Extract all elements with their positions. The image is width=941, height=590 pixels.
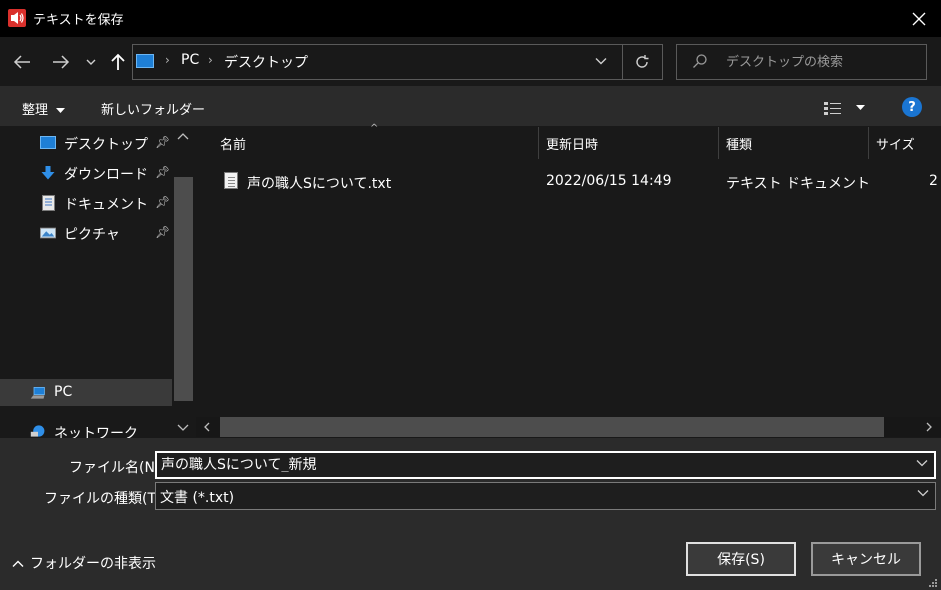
hide-folders-toggle[interactable]: フォルダーの非表示 <box>12 553 156 573</box>
column-divider[interactable] <box>868 127 869 159</box>
organize-label: 整理 <box>22 103 49 118</box>
column-header-name[interactable]: 名前 <box>220 134 246 153</box>
cancel-button[interactable]: キャンセル <box>811 542 921 576</box>
file-modified: 2022/06/15 14:49 <box>546 173 672 189</box>
column-header-size[interactable]: サイズ <box>876 134 915 153</box>
sort-ascending-icon: ^ <box>370 123 379 134</box>
nav-item-label: PC <box>54 384 73 400</box>
close-icon <box>912 12 925 25</box>
forward-button[interactable] <box>49 52 73 72</box>
download-icon <box>41 166 55 180</box>
pin-icon: 📌︎ <box>155 165 171 179</box>
document-icon <box>42 195 55 211</box>
scroll-up-icon[interactable] <box>176 131 190 146</box>
scroll-left-icon[interactable] <box>202 421 212 437</box>
network-icon <box>30 425 45 437</box>
file-size: 2 <box>929 173 938 189</box>
file-type: テキスト ドキュメント <box>726 176 871 192</box>
column-divider[interactable] <box>538 127 539 159</box>
pin-icon: 📌︎ <box>155 195 171 209</box>
column-header-modified[interactable]: 更新日時 <box>546 134 598 153</box>
pc-icon <box>30 387 45 399</box>
recent-locations-button[interactable] <box>80 52 102 72</box>
window-title: テキストを保存 <box>33 13 124 28</box>
breadcrumb-pc[interactable]: PC <box>181 52 199 68</box>
new-folder-button[interactable]: 新しいフォルダー <box>101 99 205 118</box>
filename-input[interactable] <box>161 456 901 472</box>
arrow-right-icon <box>53 55 70 69</box>
nav-item-documents[interactable]: ドキュメント 📌︎ <box>0 191 172 215</box>
pin-icon: 📌︎ <box>155 225 171 239</box>
nav-item-pictures[interactable]: ピクチャ 📌︎ <box>0 221 172 245</box>
nav-item-downloads[interactable]: ダウンロード 📌︎ <box>0 161 172 185</box>
pc-icon <box>136 54 154 68</box>
nav-scroll-thumb[interactable] <box>174 177 193 401</box>
nav-item-label: ピクチャ <box>64 227 120 243</box>
filetype-label: ファイルの種類(T): <box>44 491 167 507</box>
details-view-icon <box>824 102 841 115</box>
nav-item-label: ダウンロード <box>64 167 148 183</box>
chevron-up-icon <box>12 560 24 567</box>
filetype-value: 文書 (*.txt) <box>160 490 235 506</box>
question-icon: ? <box>908 99 916 115</box>
filename-combobox[interactable] <box>155 451 936 479</box>
close-button[interactable] <box>896 0 941 37</box>
filename-label: ファイル名(N): <box>69 460 166 476</box>
refresh-button[interactable] <box>630 50 654 74</box>
resize-grip-icon[interactable] <box>928 577 938 590</box>
title-bar <box>0 0 941 37</box>
chevron-down-icon <box>595 58 607 65</box>
chevron-down-icon[interactable] <box>916 459 928 467</box>
column-divider[interactable] <box>718 127 719 159</box>
arrow-left-icon <box>13 55 30 69</box>
file-row[interactable]: 声の職人Sについて.txt 2022/06/15 14:49 テキスト ドキュメ… <box>204 168 941 194</box>
search-icon <box>692 53 708 73</box>
filetype-select[interactable]: 文書 (*.txt) <box>155 482 936 510</box>
nav-item-pc[interactable]: PC <box>0 379 172 406</box>
address-history-dropdown[interactable] <box>590 50 612 72</box>
caret-down-icon <box>856 105 865 110</box>
up-button[interactable] <box>106 52 130 72</box>
hide-folders-label: フォルダーの非表示 <box>30 556 156 572</box>
save-button[interactable]: 保存(S) <box>686 542 796 576</box>
refresh-icon <box>636 55 649 68</box>
text-file-icon <box>224 172 238 189</box>
pin-icon: 📌︎ <box>155 135 171 149</box>
caret-down-icon <box>56 107 66 113</box>
desktop-icon <box>40 136 56 149</box>
picture-icon <box>40 227 56 239</box>
arrow-up-icon <box>111 53 125 70</box>
scroll-right-icon[interactable] <box>924 421 934 437</box>
nav-item-network[interactable]: ネットワーク <box>0 421 172 438</box>
chevron-down-icon[interactable] <box>917 489 929 497</box>
address-divider <box>622 45 623 79</box>
search-input[interactable] <box>726 52 921 72</box>
help-button[interactable]: ? <box>902 97 922 117</box>
nav-item-label: デスクトップ <box>64 137 148 153</box>
nav-item-label: ドキュメント <box>64 197 148 213</box>
change-view-button[interactable] <box>823 98 867 118</box>
back-button[interactable] <box>10 52 34 72</box>
breadcrumb-desktop[interactable]: デスクトップ <box>224 52 308 72</box>
breadcrumb-separator-icon: › <box>208 53 213 67</box>
nav-item-label: ネットワーク <box>54 426 138 438</box>
file-name: 声の職人Sについて.txt <box>247 176 392 192</box>
scroll-down-icon[interactable] <box>176 421 190 436</box>
nav-item-desktop[interactable]: デスクトップ 📌︎ <box>0 131 172 155</box>
organize-button[interactable]: 整理 <box>22 99 66 118</box>
column-header-type[interactable]: 種類 <box>726 134 752 153</box>
breadcrumb-separator-icon: › <box>165 53 170 67</box>
horizontal-scroll-thumb[interactable] <box>220 417 884 437</box>
chevron-down-icon <box>86 59 96 65</box>
app-speaker-icon <box>8 9 26 27</box>
